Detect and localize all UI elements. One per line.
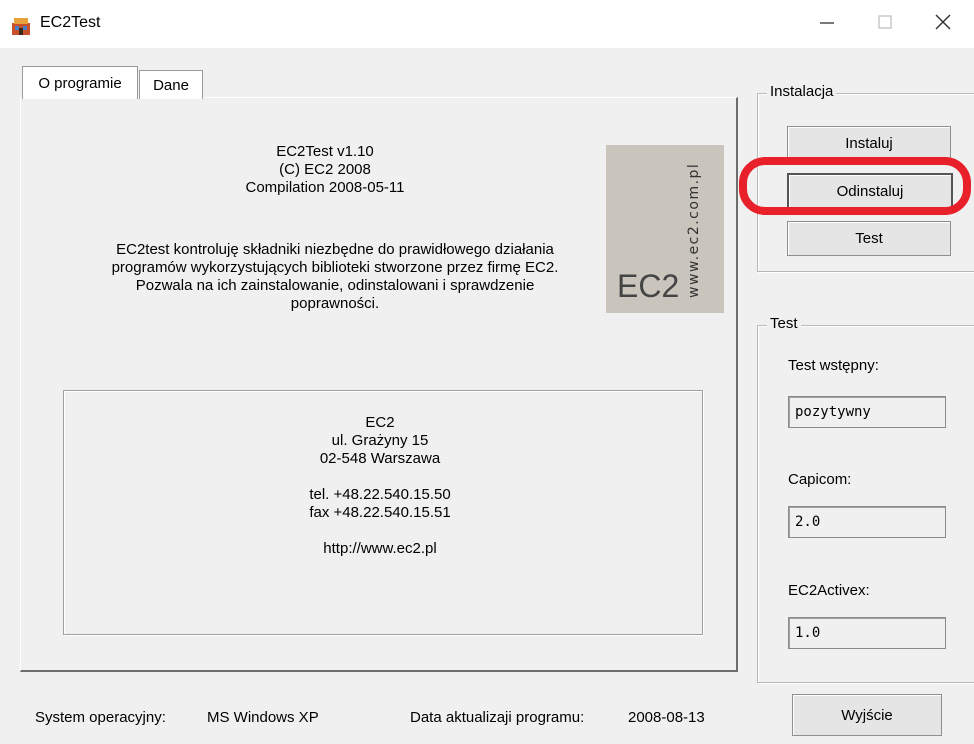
website-link: http://www.ec2.pl bbox=[323, 540, 437, 557]
capicom-field: 2.0 bbox=[788, 506, 946, 538]
logo-brand: EC2 bbox=[617, 268, 680, 304]
highlight-annotation bbox=[739, 157, 971, 215]
close-icon bbox=[934, 13, 952, 35]
copyright-text: (C) EC2 2008 bbox=[279, 161, 371, 178]
pretest-label: Test wstępny: bbox=[788, 357, 879, 374]
description-line: programów wykorzystujących biblioteki st… bbox=[111, 259, 559, 276]
install-button[interactable]: Instaluj bbox=[787, 126, 951, 161]
minimize-icon bbox=[819, 14, 835, 34]
contact-info: EC2 ul. Grażyny 15 02-548 Warszawa tel. … bbox=[200, 414, 560, 558]
pretest-field: pozytywny bbox=[788, 396, 946, 428]
description-line: EC2test kontroluję składniki niezbędne d… bbox=[116, 241, 554, 258]
maximize-button[interactable] bbox=[856, 0, 914, 48]
capicom-label: Capicom: bbox=[788, 471, 852, 488]
exit-button[interactable]: Wyjście bbox=[792, 694, 942, 736]
phone-number: tel. +48.22.540.15.50 bbox=[309, 486, 451, 503]
street-address: ul. Grażyny 15 bbox=[331, 432, 429, 449]
version-text: EC2Test v1.10 bbox=[276, 143, 374, 160]
close-button[interactable] bbox=[914, 0, 972, 48]
os-value: MS Windows XP bbox=[207, 709, 319, 726]
os-label: System operacyjny: bbox=[35, 709, 166, 726]
city-address: 02-548 Warszawa bbox=[319, 450, 441, 467]
activex-label: EC2Activex: bbox=[788, 582, 870, 599]
logo-url-text: www.ec2.com.pl bbox=[686, 163, 702, 298]
description-line: Pozwala na ich zainstalowanie, odinstalo… bbox=[135, 277, 535, 294]
description: EC2test kontroluję składniki niezbędne d… bbox=[55, 241, 615, 313]
app-icon bbox=[10, 14, 32, 36]
test-legend: Test bbox=[767, 315, 801, 332]
update-date-label: Data aktualizaji programu: bbox=[410, 709, 585, 726]
fax-number: fax +48.22.540.15.51 bbox=[309, 504, 451, 521]
description-line: poprawności. bbox=[290, 295, 380, 312]
test-button[interactable]: Test bbox=[787, 221, 951, 256]
tab-data[interactable]: Dane bbox=[139, 70, 203, 99]
installation-legend: Instalacja bbox=[767, 83, 837, 100]
update-date-value: 2008-08-13 bbox=[628, 709, 705, 726]
tab-about[interactable]: O programie bbox=[22, 66, 138, 99]
activex-field: 1.0 bbox=[788, 617, 946, 649]
logo-url: www.ec2.com.pl bbox=[686, 163, 702, 298]
version-info: EC2Test v1.10 (C) EC2 2008 Compilation 2… bbox=[200, 143, 450, 197]
maximize-icon bbox=[877, 14, 893, 34]
company-name: EC2 bbox=[365, 414, 395, 431]
window-title: EC2Test bbox=[40, 14, 101, 31]
compilation-text: Compilation 2008-05-11 bbox=[245, 179, 405, 196]
minimize-button[interactable] bbox=[798, 0, 856, 48]
